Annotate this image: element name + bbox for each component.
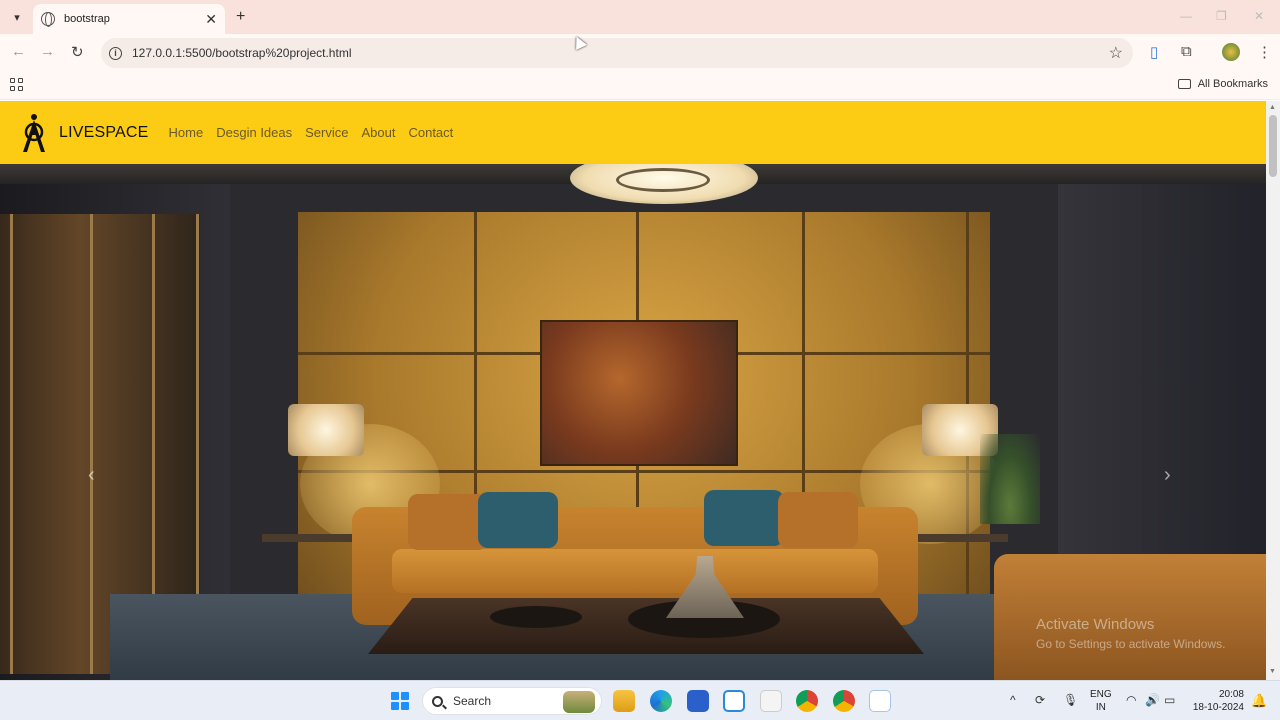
carousel-prev-icon[interactable]: ‹ — [88, 464, 95, 487]
clock-time: 20:08 — [1218, 689, 1244, 700]
region-code: IN — [1095, 702, 1106, 713]
wall-painting — [540, 320, 738, 466]
new-tab-icon[interactable]: + — [236, 8, 245, 26]
volume-icon[interactable]: 🔊 — [1145, 693, 1160, 707]
chrome-profile-icon[interactable] — [833, 690, 855, 712]
taskbar-search-label: Search — [453, 694, 492, 708]
nav-link-service[interactable]: Service — [305, 125, 348, 140]
microphone-icon[interactable]: 🎙 — [1063, 693, 1078, 707]
hero-carousel-image: ‹ › Activate Windows Go to Settings to a… — [0, 164, 1266, 680]
windows-taskbar: Search ^ ⟳ 🎙 ENG IN ◠ 🔊 ▭ 20:08 18-10-20… — [0, 680, 1280, 720]
search-highlight-image — [563, 691, 595, 713]
paint-icon[interactable] — [760, 690, 782, 712]
back-arrow-icon[interactable]: ← — [11, 43, 26, 60]
minimize-icon[interactable]: — — [1180, 9, 1192, 23]
browser-tab[interactable]: bootstrap ✕ — [33, 4, 225, 34]
clock-date: 18-10-2024 — [1192, 702, 1244, 713]
browser-tab-strip: ▾ bootstrap ✕ + — ❐ ✕ — [0, 0, 1280, 34]
system-clock[interactable]: 20:08 18-10-2024 — [1190, 688, 1244, 714]
globe-icon — [41, 12, 55, 27]
watermark-title: Activate Windows — [1036, 616, 1155, 633]
watermark-subtitle: Go to Settings to activate Windows. — [1036, 637, 1226, 651]
bookmark-star-icon[interactable]: ☆ — [1109, 43, 1123, 63]
wifi-icon[interactable]: ◠ — [1126, 693, 1136, 707]
tab-title: bootstrap — [64, 13, 110, 25]
nav-link-contact[interactable]: Contact — [408, 125, 453, 140]
all-bookmarks-button[interactable]: All Bookmarks — [1177, 78, 1268, 90]
chrome-icon[interactable] — [796, 690, 818, 712]
nav-link-design-ideas[interactable]: Desgin Ideas — [216, 125, 292, 140]
windows-start-icon[interactable] — [391, 692, 409, 710]
page-scrollbar[interactable]: ▲ ▼ — [1266, 101, 1280, 680]
vscode-icon[interactable] — [723, 690, 745, 712]
site-info-icon[interactable]: i — [109, 46, 122, 60]
language-code: ENG — [1090, 689, 1112, 700]
scroll-thumb[interactable] — [1269, 115, 1277, 177]
kebab-menu-icon[interactable]: ⋮ — [1257, 43, 1272, 61]
scroll-down-icon[interactable]: ▼ — [1269, 668, 1276, 675]
folder-icon — [1177, 79, 1191, 89]
reload-icon[interactable]: ↻ — [71, 43, 84, 61]
site-navbar: LIVESPACE Home Desgin Ideas Service Abou… — [0, 101, 1266, 164]
battery-icon[interactable]: ▭ — [1164, 693, 1175, 707]
microsoft-store-icon[interactable] — [687, 690, 709, 712]
restore-icon[interactable]: ❐ — [1216, 9, 1227, 23]
carousel-next-icon[interactable]: › — [1164, 464, 1171, 487]
search-icon — [432, 695, 443, 707]
show-hidden-icons-chevron[interactable]: ^ — [1010, 693, 1016, 707]
puzzle-extensions-icon[interactable]: ⧉ — [1181, 43, 1192, 60]
nav-link-home[interactable]: Home — [169, 125, 204, 140]
browser-toolbar: ← → ↻ i 127.0.0.1:5500/bootstrap%20proje… — [0, 34, 1280, 72]
close-tab-icon[interactable]: ✕ — [205, 11, 217, 28]
main-nav: Home Desgin Ideas Service About Contact — [169, 125, 467, 140]
bookmarks-bar: All Bookmarks — [0, 72, 1280, 100]
profile-avatar[interactable] — [1222, 43, 1240, 61]
scroll-up-icon[interactable]: ▲ — [1269, 104, 1276, 111]
brand-name[interactable]: LIVESPACE — [59, 124, 149, 142]
address-bar[interactable]: i 127.0.0.1:5500/bootstrap%20project.htm… — [101, 38, 1133, 68]
language-indicator[interactable]: ENG IN — [1090, 688, 1112, 714]
extension-icon[interactable]: ▯ — [1150, 43, 1158, 61]
page-viewport: LIVESPACE Home Desgin Ideas Service Abou… — [0, 101, 1266, 680]
taskbar-search[interactable]: Search — [422, 687, 602, 715]
snipping-tool-icon[interactable] — [869, 690, 891, 712]
activate-windows-watermark: Activate Windows Go to Settings to activ… — [1036, 616, 1225, 651]
edge-browser-icon[interactable] — [650, 690, 672, 712]
forward-arrow-icon[interactable]: → — [40, 43, 55, 60]
compass-logo-icon[interactable] — [19, 112, 49, 154]
url-text[interactable]: 127.0.0.1:5500/bootstrap%20project.html — [132, 46, 351, 60]
apps-grid-icon[interactable] — [10, 78, 23, 91]
close-window-icon[interactable]: ✕ — [1254, 9, 1264, 23]
nav-link-about[interactable]: About — [361, 125, 395, 140]
sync-icon[interactable]: ⟳ — [1035, 693, 1045, 707]
notification-bell-icon[interactable]: 🔔 — [1251, 693, 1267, 709]
file-explorer-icon[interactable] — [613, 690, 635, 712]
all-bookmarks-label: All Bookmarks — [1197, 78, 1268, 90]
tab-search-chevron-icon[interactable]: ▾ — [7, 7, 27, 27]
